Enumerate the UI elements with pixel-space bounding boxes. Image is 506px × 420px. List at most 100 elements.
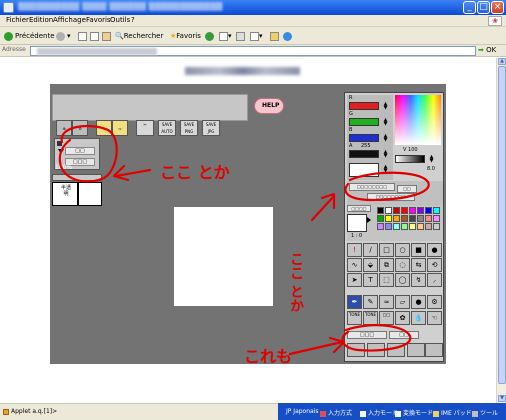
- rect-outline-icon[interactable]: □: [379, 243, 394, 257]
- edit-button[interactable]: ▾: [250, 30, 263, 42]
- brush-setting-b[interactable]: □□: [397, 185, 417, 193]
- alpha-slider[interactable]: [349, 150, 379, 158]
- refresh-button[interactable]: [90, 30, 99, 42]
- lang-input-method[interactable]: 入力方式: [320, 408, 352, 417]
- lang-japanese[interactable]: JP Japonais: [286, 408, 319, 415]
- lang-tools[interactable]: ツール: [472, 408, 498, 417]
- blue-arrows-icon[interactable]: ▲ ▼: [381, 134, 390, 143]
- messenger-button[interactable]: [283, 30, 294, 42]
- dropdown-triangle-icon[interactable]: [58, 149, 64, 154]
- minimize-button[interactable]: _: [463, 1, 476, 14]
- current-color[interactable]: [349, 163, 379, 177]
- color-swatch[interactable]: [377, 223, 384, 230]
- value-arrows-icon[interactable]: ▲ ▼: [427, 155, 436, 164]
- scroll-thumb[interactable]: [498, 66, 506, 384]
- alpha-arrows-icon[interactable]: ▲ ▼: [381, 150, 390, 159]
- color-swatch[interactable]: [433, 215, 440, 222]
- go-button[interactable]: ➡ OK: [478, 46, 496, 54]
- search-button[interactable]: 🔍Rechercher: [115, 30, 163, 42]
- tone-c-button[interactable]: □□: [379, 311, 394, 325]
- value-slider[interactable]: [395, 155, 425, 163]
- pen-icon[interactable]: !: [347, 243, 362, 257]
- brush-pen-icon[interactable]: ✒: [347, 295, 362, 309]
- ellipse-outline-icon[interactable]: ○: [395, 243, 410, 257]
- blue-slider[interactable]: [349, 134, 379, 142]
- undo-icon[interactable]: ⇦: [96, 120, 112, 136]
- drop-icon[interactable]: 💧: [411, 311, 426, 325]
- tone-a-button[interactable]: TONE: [347, 311, 362, 325]
- address-input[interactable]: [30, 46, 476, 56]
- curve-icon[interactable]: ∿: [347, 258, 362, 272]
- color-swatch[interactable]: [377, 215, 384, 222]
- layer-thumbnail-1[interactable]: 半透 明: [52, 182, 78, 206]
- save-auto-button[interactable]: SAVE AUTO: [158, 120, 176, 136]
- print-button[interactable]: [236, 30, 245, 42]
- help-button[interactable]: HELP: [254, 98, 284, 114]
- size-arrows-icon[interactable]: ▲ ▼: [381, 165, 390, 174]
- dot-icon[interactable]: ●: [411, 295, 426, 309]
- menu-outils[interactable]: Outils: [110, 16, 130, 24]
- mask-label[interactable]: □□□□: [347, 205, 371, 212]
- dropper-icon[interactable]: ⸝: [427, 273, 442, 287]
- save-jpg-button[interactable]: SAVE JPG: [202, 120, 220, 136]
- color-swatch[interactable]: [401, 215, 408, 222]
- green-slider[interactable]: [349, 118, 379, 126]
- layer-control-top[interactable]: □□: [65, 147, 95, 155]
- color-swatch[interactable]: [425, 223, 432, 230]
- lang-input-mode[interactable]: 入力モード: [360, 408, 398, 417]
- close-button[interactable]: ×: [491, 1, 504, 14]
- pattern-slot-3[interactable]: [387, 343, 405, 357]
- mail-button[interactable]: ▾: [219, 30, 232, 42]
- stop-button[interactable]: [78, 30, 87, 42]
- pointer-icon[interactable]: ➤: [347, 273, 362, 287]
- color-swatch[interactable]: [409, 223, 416, 230]
- blur-icon[interactable]: ◌: [395, 258, 410, 272]
- color-swatch[interactable]: [425, 215, 432, 222]
- text-icon[interactable]: T: [363, 273, 378, 287]
- folder-button[interactable]: [270, 30, 279, 42]
- mask-color[interactable]: [347, 214, 367, 232]
- color-swatch[interactable]: [393, 215, 400, 222]
- color-swatch[interactable]: [401, 207, 408, 214]
- ellipse-fill-icon[interactable]: ●: [427, 243, 442, 257]
- pattern-slot-1[interactable]: [347, 343, 365, 357]
- green-arrows-icon[interactable]: ▲ ▼: [381, 118, 390, 127]
- layer-thumbnail-2[interactable]: [78, 182, 102, 206]
- color-swatch[interactable]: [409, 215, 416, 222]
- color-swatch[interactable]: [393, 223, 400, 230]
- menu-help[interactable]: ?: [131, 16, 135, 24]
- menu-favoris[interactable]: Favoris: [86, 16, 111, 24]
- brush-setting-c[interactable]: □□□□□□□□: [367, 193, 415, 201]
- scroll-down-icon[interactable]: ▼: [498, 395, 506, 402]
- smudge-icon[interactable]: ↯: [411, 273, 426, 287]
- drawing-canvas[interactable]: [174, 207, 273, 306]
- flip-icon[interactable]: ⇆: [411, 258, 426, 272]
- zoom-out-icon[interactable]: ⊖: [72, 120, 88, 136]
- hand-icon[interactable]: ☜: [427, 311, 442, 325]
- color-swatch[interactable]: [409, 207, 416, 214]
- lang-conversion-mode[interactable]: 変換モード: [395, 408, 433, 417]
- pattern-slot-5[interactable]: [425, 343, 443, 357]
- pattern-slot-4[interactable]: [407, 343, 425, 357]
- forward-button[interactable]: ▾: [56, 30, 71, 42]
- color-swatch[interactable]: [425, 207, 432, 214]
- layer-slider[interactable]: [52, 174, 102, 181]
- eraser-icon[interactable]: ▱: [395, 295, 410, 309]
- line-icon[interactable]: ∕: [363, 243, 378, 257]
- watercolor-icon[interactable]: ✿: [395, 311, 410, 325]
- maximize-button[interactable]: □: [477, 1, 490, 14]
- save-png-button[interactable]: SAVE PNG: [180, 120, 198, 136]
- color-swatch[interactable]: [417, 215, 424, 222]
- copy-icon[interactable]: ⧉: [379, 258, 394, 272]
- menu-edition[interactable]: Edition: [29, 16, 53, 24]
- menu-fichier[interactable]: Fichier: [6, 16, 29, 24]
- color-swatch[interactable]: [385, 223, 392, 230]
- lasso-icon[interactable]: ◯: [395, 273, 410, 287]
- red-arrows-icon[interactable]: ▲ ▼: [381, 102, 390, 111]
- bucket-icon[interactable]: ⬙: [363, 258, 378, 272]
- history-button[interactable]: [205, 30, 216, 42]
- color-swatch[interactable]: [385, 215, 392, 222]
- airbrush-icon[interactable]: ≈: [379, 295, 394, 309]
- home-button[interactable]: [102, 30, 111, 42]
- rect-fill-icon[interactable]: ■: [411, 243, 426, 257]
